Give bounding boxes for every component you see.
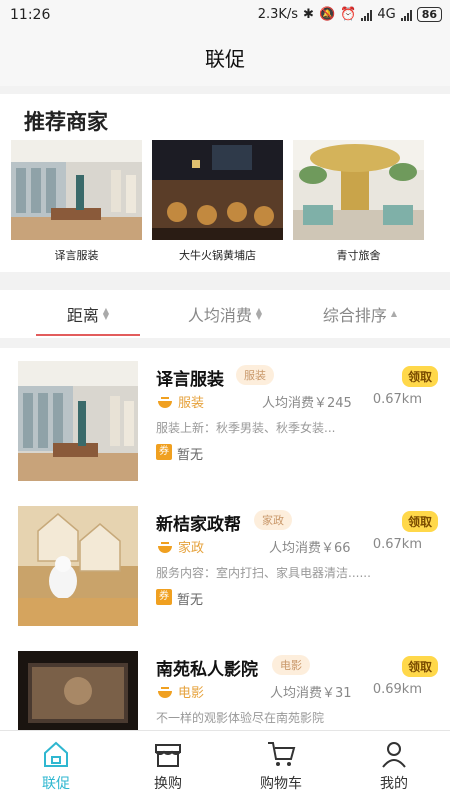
merchant-photo bbox=[18, 506, 138, 626]
merchant-image bbox=[152, 140, 283, 240]
title-bar: 联促 bbox=[0, 32, 450, 86]
coupon-text: 暂无 bbox=[177, 593, 204, 608]
merchant-desc: 不一样的观影体验尽在南苑影院 bbox=[156, 711, 325, 725]
category-tag: 电影 bbox=[272, 655, 310, 675]
sort-active-underline bbox=[36, 334, 140, 336]
category-label: 服装 bbox=[178, 396, 205, 411]
bowl-icon bbox=[158, 397, 172, 408]
merchant-image bbox=[11, 140, 142, 240]
merchant-card[interactable]: 青寸旅舍 bbox=[293, 140, 424, 263]
bluetooth-icon: ✱ bbox=[303, 7, 314, 22]
coupon-icon: 券 bbox=[156, 589, 172, 605]
sort-label: 人均消费 bbox=[187, 306, 252, 325]
list-item[interactable]: 新桔家政帮 家政 领取 家政 人均消费￥66 0.67km 服务内容：室内打扫、… bbox=[0, 493, 450, 638]
merchant-list: 译言服装 服装 领取 服装 人均消费￥245 0.67km 服装上新：秋季男装、… bbox=[0, 348, 450, 730]
merchant-name: 大牛火锅黄埔店 bbox=[179, 249, 256, 262]
tab-label: 联促 bbox=[42, 776, 70, 792]
claim-button[interactable]: 领取 bbox=[401, 656, 438, 677]
mute-icon: 🔕 bbox=[318, 7, 336, 22]
tab-label: 购物车 bbox=[260, 776, 302, 792]
claim-button[interactable]: 领取 bbox=[401, 366, 438, 387]
tab-mine[interactable]: 我的 bbox=[338, 731, 450, 800]
tab-cart[interactable]: 购物车 bbox=[225, 731, 337, 800]
merchant-name: 新桔家政帮 bbox=[156, 515, 241, 535]
battery-icon: 86 bbox=[416, 7, 442, 22]
distance: 0.67km bbox=[372, 537, 422, 552]
user-icon bbox=[382, 742, 406, 768]
merchant-name: 译言服装 bbox=[156, 370, 224, 390]
merchant-name: 青寸旅舍 bbox=[336, 249, 381, 262]
page-title: 联促 bbox=[205, 47, 245, 71]
merchant-photo bbox=[18, 651, 138, 730]
merchant-card[interactable]: 大牛火锅黄埔店 bbox=[152, 140, 283, 263]
merchant-photo bbox=[18, 361, 138, 481]
sort-arrows-icon: ▲ ▼ bbox=[255, 306, 263, 321]
cart-icon bbox=[268, 742, 296, 766]
network-type: 4G bbox=[377, 7, 396, 22]
avg-price: 人均消费￥245 bbox=[262, 396, 352, 411]
tab-label: 换购 bbox=[154, 776, 182, 792]
coupon-text: 暂无 bbox=[177, 448, 204, 463]
store-icon bbox=[155, 744, 181, 767]
tab-exchange[interactable]: 换购 bbox=[112, 731, 224, 800]
merchant-image bbox=[293, 140, 424, 240]
claim-button[interactable]: 领取 bbox=[401, 511, 438, 532]
list-item[interactable]: 译言服装 服装 领取 服装 人均消费￥245 0.67km 服装上新：秋季男装、… bbox=[0, 348, 450, 493]
recommend-heading: 推荐商家 bbox=[24, 110, 108, 134]
list-item[interactable]: 南苑私人影院 电影 领取 电影 人均消费￥31 0.69km 不一样的观影体验尽… bbox=[0, 638, 450, 730]
merchant-desc: 服务内容：室内打扫、家具电器清洁...... bbox=[156, 566, 371, 580]
bowl-icon bbox=[158, 542, 172, 553]
status-bar: 11:26 2.3K/s ✱ 🔕 ⏰ 4G 86 bbox=[0, 0, 450, 32]
alarm-icon: ⏰ bbox=[340, 7, 357, 22]
home-icon bbox=[44, 741, 68, 767]
avg-price: 人均消费￥66 bbox=[269, 541, 351, 556]
avg-price: 人均消费￥31 bbox=[270, 686, 352, 701]
tab-label: 我的 bbox=[380, 776, 408, 792]
sort-distance[interactable]: 距离 ▲ ▼ bbox=[36, 290, 140, 338]
bowl-icon bbox=[158, 687, 172, 698]
signal-icon bbox=[361, 9, 373, 21]
merchant-name: 南苑私人影院 bbox=[156, 660, 258, 680]
tab-home[interactable]: 联促 bbox=[0, 731, 112, 800]
merchant-desc: 服装上新：秋季男装、秋季女装... bbox=[156, 421, 336, 435]
category-tag: 服装 bbox=[236, 365, 274, 385]
category-label: 家政 bbox=[178, 541, 205, 556]
status-icons: 2.3K/s ✱ 🔕 ⏰ 4G 86 bbox=[258, 7, 442, 22]
recommend-section: 推荐商家 译言服装 大牛火锅黄埔店 青寸旅舍 bbox=[0, 94, 450, 272]
distance: 0.67km bbox=[372, 392, 422, 407]
category-tag: 家政 bbox=[254, 510, 292, 530]
bottom-tab-bar: 联促 换购 购物车 我的 bbox=[0, 730, 450, 800]
sort-label: 距离 bbox=[66, 306, 99, 325]
network-speed: 2.3K/s bbox=[257, 7, 299, 22]
merchant-card[interactable]: 译言服装 bbox=[11, 140, 142, 263]
sort-arrows-icon: ▲ ▼ bbox=[102, 306, 110, 321]
category-label: 电影 bbox=[178, 686, 205, 701]
sort-bar: 距离 ▲ ▼ 人均消费 ▲ ▼ 综合排序 ▲ bbox=[0, 290, 450, 338]
coupon-icon: 券 bbox=[156, 444, 172, 460]
signal-icon-2 bbox=[400, 9, 412, 21]
sort-label: 综合排序 bbox=[322, 306, 387, 325]
status-time: 11:26 bbox=[10, 7, 51, 23]
distance: 0.69km bbox=[372, 682, 422, 697]
sort-caret-icon: ▲ bbox=[390, 309, 398, 318]
sort-avg-price[interactable]: 人均消费 ▲ ▼ bbox=[170, 290, 280, 338]
merchant-name: 译言服装 bbox=[54, 249, 99, 262]
sort-overall[interactable]: 综合排序 ▲ bbox=[305, 290, 415, 338]
